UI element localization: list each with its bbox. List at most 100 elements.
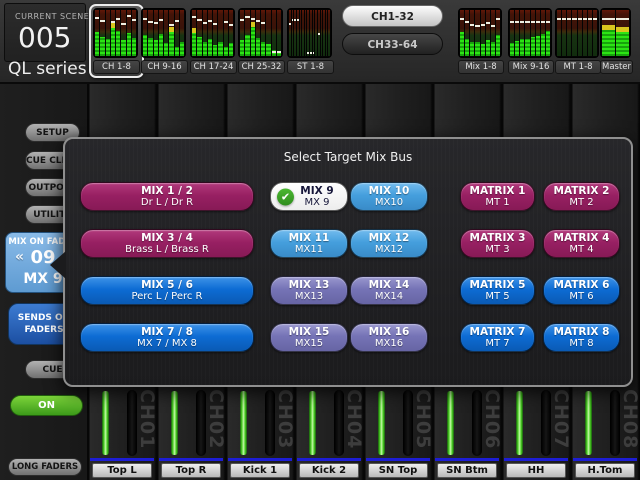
meter-tab-mt-1-8[interactable]: MT 1-8	[555, 8, 601, 74]
meter-bar	[106, 10, 110, 56]
meter-peak-tick	[294, 19, 296, 21]
meter-tab-st-1-8[interactable]: ST 1-8	[287, 8, 334, 74]
meter-green-segment	[132, 38, 136, 56]
meter-bar	[154, 10, 158, 56]
meter-peak-tick	[572, 18, 576, 20]
meter-tab-ch-25-32[interactable]: CH 25-32	[238, 8, 285, 74]
bus-button-title: MIX 1 / 2	[141, 185, 193, 197]
meter-peak-tick	[132, 19, 136, 21]
bus-button-mix-7-8[interactable]: MIX 7 / 8MX 7 / MX 8	[80, 323, 254, 352]
bus-button-mix-16[interactable]: MIX 16MX16	[350, 323, 428, 352]
meter-green-segment	[143, 35, 147, 56]
meter-bar	[143, 10, 147, 56]
meter-bar	[475, 10, 479, 56]
bus-button-matrix-4[interactable]: MATRIX 4MT 4	[543, 229, 620, 258]
bus-button-title: MATRIX 2	[554, 185, 610, 197]
meter-bar	[224, 10, 228, 56]
channel-color-bar	[573, 458, 637, 461]
channel-color-bar	[90, 458, 154, 461]
channel-name-label[interactable]: SN Btm	[437, 463, 497, 478]
long-faders-button[interactable]: LONG FADERS	[8, 458, 82, 476]
channel-number-label: CH06	[484, 389, 500, 457]
meter-bar	[481, 10, 485, 56]
bus-button-title: MIX 13	[289, 279, 330, 291]
meter-green-segment	[224, 47, 228, 56]
channel-name-label[interactable]: Top R	[161, 463, 221, 478]
meter-green-segment	[106, 39, 110, 56]
meter-bar	[197, 10, 201, 56]
bus-button-mix-15[interactable]: MIX 15MX15	[270, 323, 348, 352]
bus-button-title: MIX 7 / 8	[141, 326, 193, 338]
meter-peak-tick	[127, 15, 131, 17]
current-scene-display[interactable]: CURRENT SCENE 005	[4, 3, 86, 62]
meter-yellow-segment	[251, 22, 255, 27]
meter-green-segment	[229, 43, 233, 56]
meter-green-segment	[515, 41, 519, 56]
meter-bar	[602, 10, 615, 56]
meter-bar	[588, 10, 592, 56]
meter-bar	[302, 10, 304, 56]
channel-name-label[interactable]: SN Top	[368, 463, 428, 478]
meter-tab-ch-17-24[interactable]: CH 17-24	[190, 8, 237, 74]
meter-peak-tick	[460, 18, 464, 20]
meter-green-segment	[616, 32, 629, 56]
meter-bar	[616, 10, 629, 56]
meter-peak-tick	[307, 52, 309, 54]
meter-green-segment	[100, 37, 104, 56]
bus-button-matrix-7[interactable]: MATRIX 7MT 7	[460, 323, 535, 352]
bus-button-subtitle: MT 8	[569, 338, 593, 350]
meter-tab-ch-1-8[interactable]: CH 1-8	[89, 4, 144, 78]
meter-green-segment	[164, 43, 168, 56]
bank-button-ch1-32[interactable]: CH1-32	[342, 5, 443, 27]
meter-green-segment	[520, 39, 524, 56]
meter-peak-tick	[510, 21, 514, 23]
bus-button-mix-5-6[interactable]: MIX 5 / 6Perc L / Perc R	[80, 276, 254, 305]
meter-block	[93, 8, 138, 58]
meter-tab-mix-1-8[interactable]: Mix 1-8	[458, 8, 504, 74]
channel-name-label[interactable]: Kick 2	[299, 463, 359, 478]
channel-on-button[interactable]: ON	[10, 395, 83, 416]
bus-button-mix-11[interactable]: MIX 11MX11	[270, 229, 348, 258]
meter-peak-tick	[541, 21, 545, 23]
meter-block	[141, 8, 186, 58]
bus-button-matrix-1[interactable]: MATRIX 1MT 1	[460, 182, 535, 211]
meter-tab-master[interactable]: Master	[600, 8, 633, 74]
channel-name-label[interactable]: Kick 1	[230, 463, 290, 478]
meter-bar	[148, 10, 152, 56]
meter-bar	[116, 10, 120, 56]
bus-button-mix-13[interactable]: MIX 13MX13	[270, 276, 348, 305]
popover-arrow	[50, 251, 66, 279]
channel-name-label[interactable]: Top L	[92, 463, 152, 478]
scene-number: 005	[18, 21, 71, 54]
channel-name-label[interactable]: HH	[506, 463, 566, 478]
stagemix-app: CURRENT SCENE 005 QL series CH 1-8CH 9-1…	[0, 0, 640, 480]
meter-green-segment	[180, 42, 184, 56]
meter-peak-tick	[95, 17, 99, 19]
bank-button-ch33-64[interactable]: CH33-64	[342, 33, 443, 55]
channel-level-meter	[171, 391, 178, 455]
bus-button-mix-3-4[interactable]: MIX 3 / 4Brass L / Brass R	[80, 229, 254, 258]
meter-peak-tick	[557, 18, 561, 20]
meter-bar	[251, 10, 255, 56]
meter-tab-mix-9-16[interactable]: Mix 9-16	[508, 8, 554, 74]
meter-green-segment	[240, 40, 244, 56]
meter-tab-ch-9-16[interactable]: CH 9-16	[141, 8, 188, 74]
bus-button-matrix-2[interactable]: MATRIX 2MT 2	[543, 182, 620, 211]
bus-button-matrix-5[interactable]: MATRIX 5MT 5	[460, 276, 535, 305]
bus-button-title: MATRIX 4	[554, 232, 610, 244]
bus-button-mix-10[interactable]: MIX 10MX10	[350, 182, 428, 211]
meter-bar	[266, 10, 270, 56]
bus-button-mix-14[interactable]: MIX 14MX14	[350, 276, 428, 305]
bus-button-mix-1-2[interactable]: MIX 1 / 2Dr L / Dr R	[80, 182, 254, 211]
meter-green-segment	[116, 31, 120, 56]
meter-peak-tick	[169, 24, 173, 26]
bus-button-matrix-3[interactable]: MATRIX 3MT 3	[460, 229, 535, 258]
bus-button-mix-12[interactable]: MIX 12MX12	[350, 229, 428, 258]
bus-button-mix-9[interactable]: ✔MIX 9MX 9	[270, 182, 348, 211]
channel-name-label[interactable]: H.Tom	[575, 463, 635, 478]
meter-bar	[460, 10, 464, 56]
bus-button-matrix-8[interactable]: MATRIX 8MT 8	[543, 323, 620, 352]
bus-button-matrix-6[interactable]: MATRIX 6MT 6	[543, 276, 620, 305]
meter-peak-tick	[289, 23, 291, 25]
bus-button-subtitle: MX16	[375, 338, 403, 350]
